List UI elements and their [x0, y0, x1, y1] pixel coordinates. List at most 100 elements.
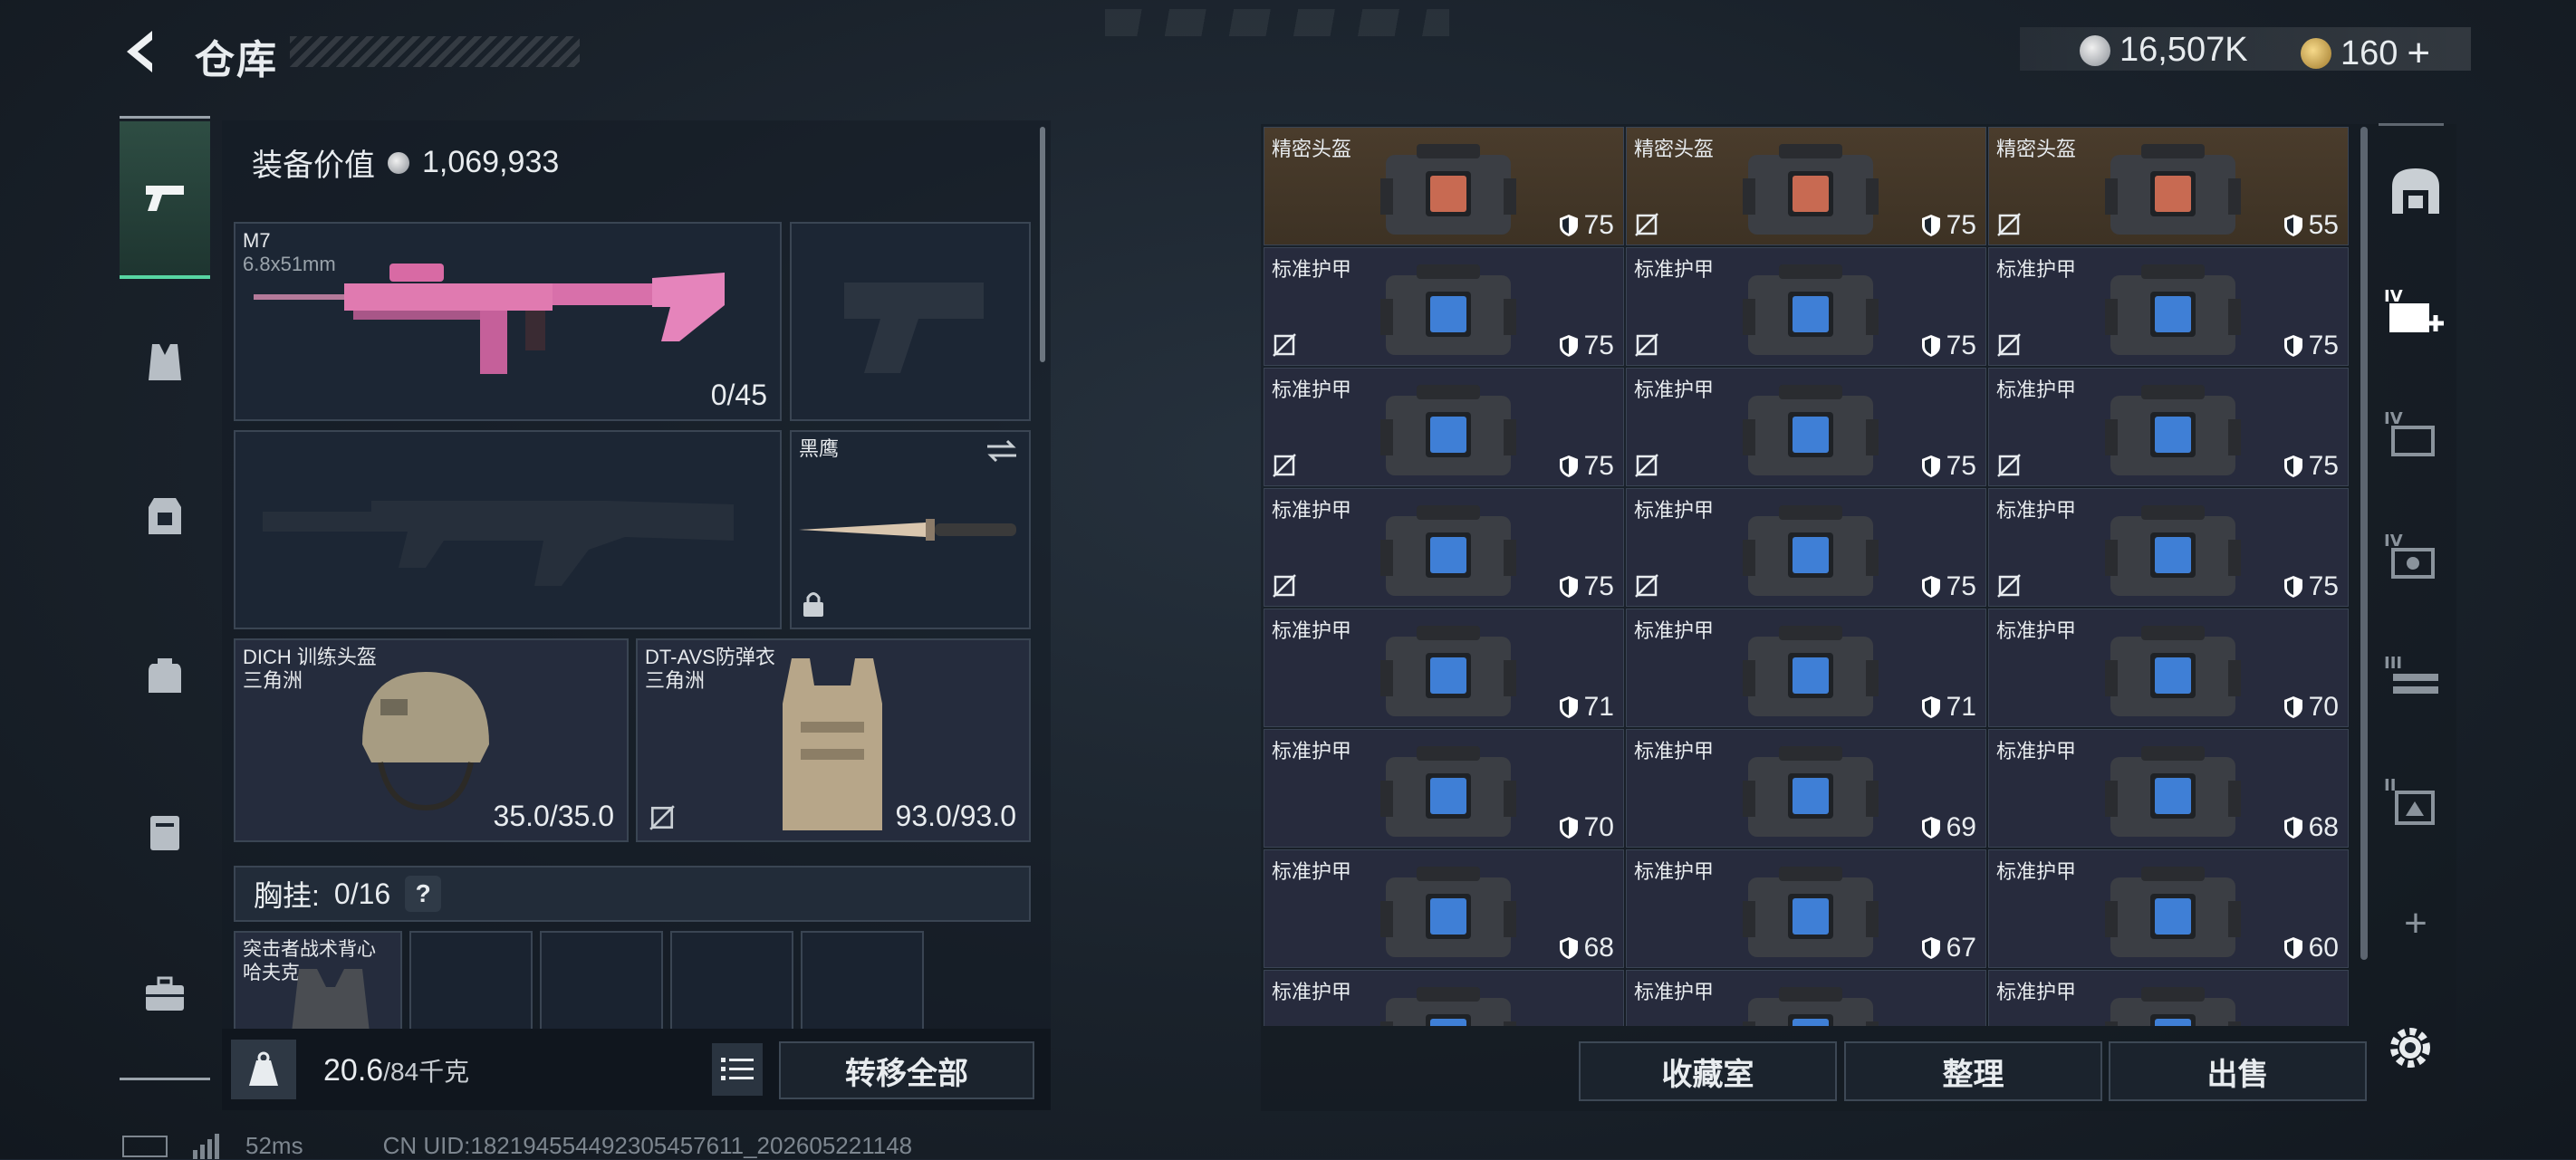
melee-slot[interactable]: 黑鹰: [790, 430, 1031, 629]
svg-text:II: II: [2384, 776, 2396, 795]
tab-storage-ii[interactable]: II: [2375, 756, 2456, 847]
shield-icon: [2283, 335, 2302, 357]
silver-amount: 16,507K: [2119, 31, 2248, 69]
inventory-item[interactable]: 标准护甲 75: [1988, 247, 2349, 366]
inventory-item[interactable]: 标准护甲 75: [1626, 247, 1986, 366]
rig-slot-2[interactable]: [540, 931, 663, 1031]
inventory-item[interactable]: 标准护甲 75: [1264, 488, 1624, 607]
primary-weapon-slot[interactable]: M7 6.8x51mm 0/45: [234, 222, 782, 421]
item-durability: 75: [1921, 210, 1976, 241]
inventory-item[interactable]: 标准护甲: [1988, 970, 2349, 1026]
inventory-item[interactable]: 标准护甲 71: [1626, 609, 1986, 727]
helmet-durability: 35.0/35.0: [493, 800, 614, 832]
nav-item-backpack[interactable]: [120, 629, 210, 720]
item-durability: 55: [2283, 210, 2339, 241]
inventory-item[interactable]: 精密头盔 75: [1626, 127, 1986, 245]
title-hatch-decoration: [290, 36, 580, 67]
item-name: 精密头盔: [1996, 138, 2077, 160]
settings-gear-icon[interactable]: [2382, 1020, 2438, 1076]
tab-storage-iv-2[interactable]: IV: [2375, 512, 2456, 602]
sell-button[interactable]: 出售: [2109, 1041, 2367, 1101]
armor-case-image: [1380, 505, 1516, 596]
back-arrow-icon[interactable]: [120, 27, 165, 76]
gold-currency[interactable]: 160 +: [2301, 31, 2430, 76]
inventory-item[interactable]: 标准护甲 67: [1626, 849, 1986, 968]
inventory-item[interactable]: 标准护甲 75: [1626, 368, 1986, 486]
helmet-slot[interactable]: DICH 训练头盔 三角洲 35.0/35.0: [234, 638, 629, 842]
inventory-item[interactable]: 标准护甲: [1626, 970, 1986, 1026]
inventory-item[interactable]: 标准护甲 68: [1988, 729, 2349, 848]
armor-case-image: [1743, 264, 1879, 355]
item-name: 标准护甲: [1272, 981, 1352, 1003]
armor-vest-image: [783, 658, 882, 830]
organize-button[interactable]: 整理: [1844, 1041, 2102, 1101]
tab-storage-iv-1[interactable]: IV: [2375, 389, 2456, 480]
inventory-item[interactable]: 标准护甲 75: [1264, 247, 1624, 366]
nav-item-case[interactable]: [120, 949, 210, 1040]
inventory-item[interactable]: 标准护甲 75: [1988, 488, 2349, 607]
tab-storage-add-iv[interactable]: IV: [2375, 267, 2456, 358]
add-currency-button[interactable]: +: [2407, 31, 2430, 76]
inventory-item[interactable]: 标准护甲 70: [1988, 609, 2349, 727]
no-bind-icon: [1635, 454, 1658, 477]
transfer-all-button[interactable]: 转移全部: [779, 1041, 1034, 1099]
backpack-slot[interactable]: 突击者战术背心 哈夫克: [234, 931, 402, 1032]
nav-item-vest[interactable]: [120, 317, 210, 407]
item-durability-value: 71: [1583, 692, 1614, 722]
inventory-scrollbar[interactable]: [2360, 127, 2368, 960]
item-name: 标准护甲: [1634, 499, 1715, 522]
rig-slot-1[interactable]: [409, 931, 533, 1031]
inventory-item[interactable]: 标准护甲 75: [1988, 368, 2349, 486]
inventory-item[interactable]: 精密头盔 55: [1988, 127, 2349, 245]
shield-icon: [2283, 455, 2302, 477]
inventory-item[interactable]: 标准护甲 68: [1264, 849, 1624, 968]
shield-icon: [1921, 215, 1940, 236]
secondary-weapon-slot[interactable]: [234, 430, 782, 629]
chest-rig-capacity: 0/16: [333, 877, 391, 910]
add-tab-button[interactable]: +: [2375, 878, 2456, 969]
lock-icon: [803, 592, 823, 617]
no-bind-icon: [1635, 574, 1658, 598]
svg-text:IV: IV: [2384, 409, 2403, 428]
equipment-value-label: 装备价值: [252, 149, 375, 183]
inventory-item[interactable]: 标准护甲 75: [1626, 488, 1986, 607]
armor-slot[interactable]: DT-AVS防弹衣 三角洲 93.0/93.0: [636, 638, 1031, 842]
collection-room-button[interactable]: 收藏室: [1579, 1041, 1837, 1101]
tab-storage-main[interactable]: [2375, 145, 2456, 235]
tab-storage-iii[interactable]: III: [2375, 634, 2456, 724]
item-durability-value: 67: [1946, 933, 1976, 963]
inventory-item[interactable]: 标准护甲 75: [1264, 368, 1624, 486]
help-button[interactable]: ?: [405, 876, 442, 912]
nav-item-weapons[interactable]: [120, 121, 210, 279]
nav-item-pouch[interactable]: [120, 786, 210, 877]
equipment-scrollbar[interactable]: [1040, 127, 1045, 362]
silver-coin-icon: [388, 151, 409, 174]
item-name: 标准护甲: [1272, 740, 1352, 762]
no-bind-icon: [1635, 333, 1658, 357]
nav-item-armor[interactable]: [120, 471, 210, 561]
item-name: 标准护甲: [1996, 860, 2077, 883]
inventory-item[interactable]: 精密头盔 75: [1264, 127, 1624, 245]
item-durability: 75: [1559, 571, 1614, 602]
inventory-item[interactable]: 标准护甲 71: [1264, 609, 1624, 727]
armor-case-image: [1743, 746, 1879, 837]
pistol-slot[interactable]: [790, 222, 1031, 421]
inventory-item[interactable]: 标准护甲: [1264, 970, 1624, 1026]
item-durability: 75: [2283, 451, 2339, 482]
rig-slot-3[interactable]: [670, 931, 793, 1031]
item-durability: 75: [1921, 331, 1976, 361]
armor-durability: 93.0/93.0: [895, 800, 1016, 832]
shield-icon: [1559, 335, 1578, 357]
item-name: 标准护甲: [1272, 499, 1352, 522]
item-durability: 75: [1559, 210, 1614, 241]
item-durability: 75: [2283, 331, 2339, 361]
list-view-button[interactable]: [712, 1043, 763, 1096]
inventory-item[interactable]: 标准护甲 69: [1626, 729, 1986, 848]
silver-coin-icon: [2080, 34, 2110, 66]
swap-icon[interactable]: [984, 437, 1020, 465]
inventory-item[interactable]: 标准护甲 60: [1988, 849, 2349, 968]
rig-slot-4[interactable]: [801, 931, 924, 1031]
inventory-item[interactable]: 标准护甲 70: [1264, 729, 1624, 848]
item-name: 标准护甲: [1272, 379, 1352, 401]
page-title: 仓库: [195, 38, 278, 82]
